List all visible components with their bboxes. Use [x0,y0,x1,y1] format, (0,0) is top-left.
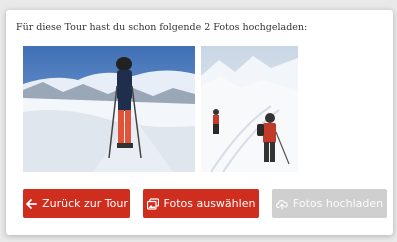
intro-text: Für diese Tour hast du schon folgende 2 … [16,22,308,33]
back-to-tour-button[interactable]: Zurück zur Tour [23,189,130,218]
upload-photos-label: Fotos hochladen [292,197,384,210]
photo-2-image [201,46,298,172]
arrow-left-icon [25,198,38,210]
uploaded-photo-2[interactable] [201,46,298,172]
select-photos-button[interactable]: Fotos auswählen [143,189,259,218]
back-to-tour-label: Zurück zur Tour [42,197,128,210]
uploaded-photo-1[interactable] [23,46,195,172]
images-icon [146,197,159,210]
select-photos-label: Fotos auswählen [163,197,256,210]
cloud-upload-icon [275,198,288,210]
upload-photos-button[interactable]: Fotos hochladen [272,189,387,218]
photo-1-image [23,46,195,172]
